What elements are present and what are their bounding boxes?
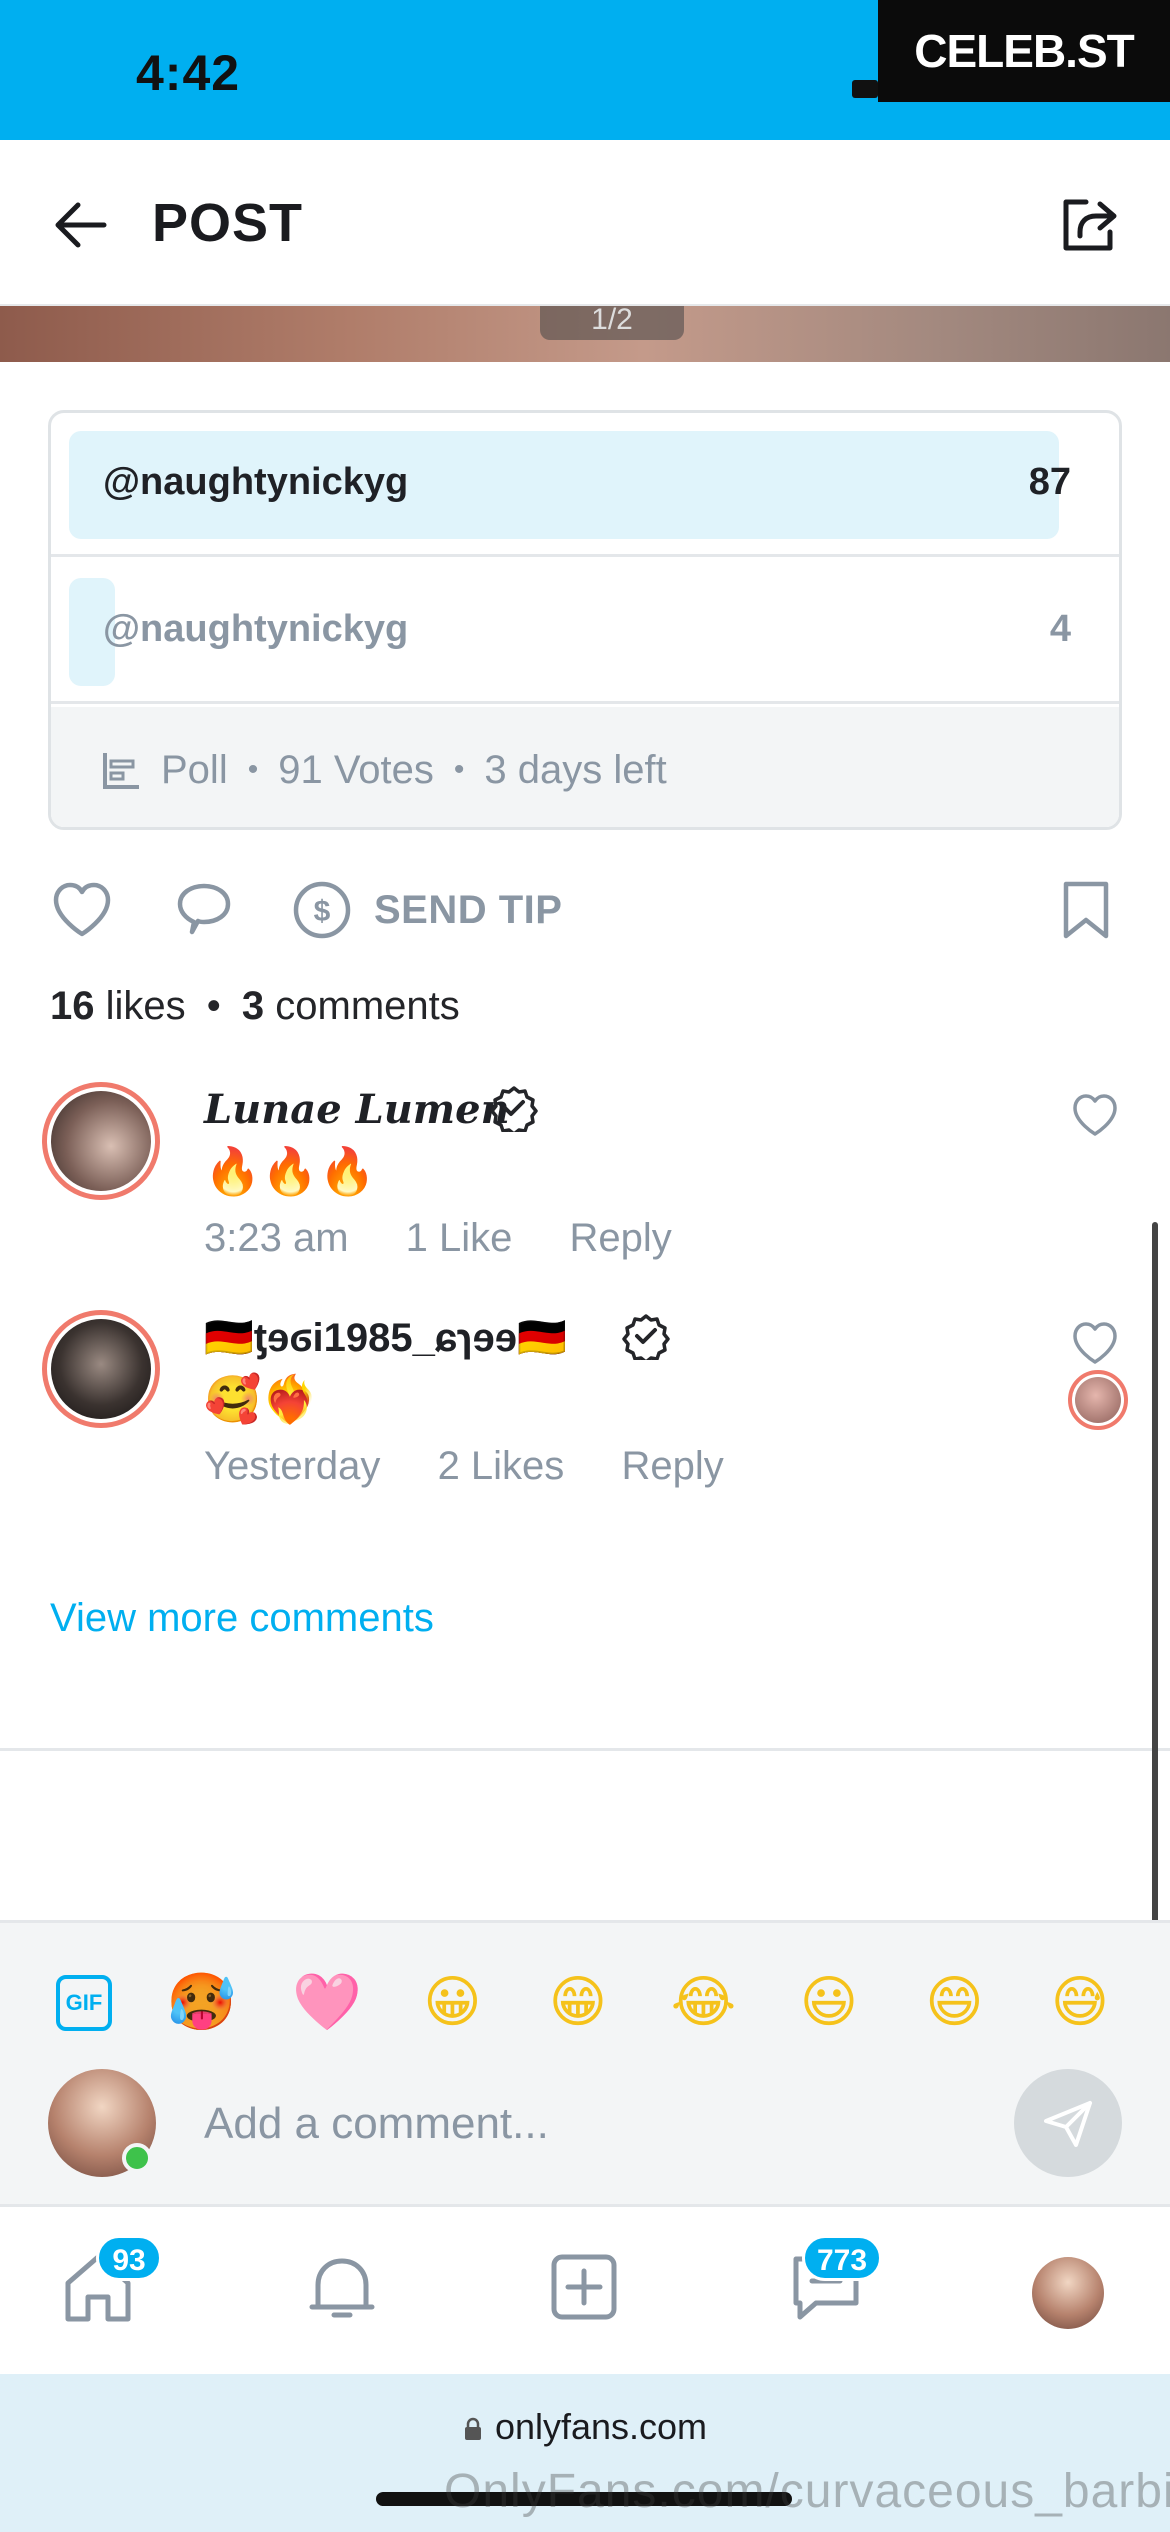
emoji-hot-face[interactable]: 🥵 [166, 1967, 238, 2039]
comment-like-icon[interactable] [1070, 1318, 1120, 1368]
poll-footer: Poll • 91 Votes • 3 days left [51, 707, 1119, 827]
bottom-tab-bar: 93 773 [0, 2204, 1170, 2374]
comment-meta: Yesterday 2 Likes Reply [204, 1444, 770, 1489]
verified-badge-icon [490, 1086, 538, 1132]
bookmark-icon[interactable] [1054, 878, 1118, 942]
comment-meta: 3:23 am 1 Like Reply [204, 1216, 718, 1261]
comment-input[interactable] [204, 2087, 984, 2161]
comment-text: 🥰❤️‍🔥 [204, 1372, 319, 1426]
emoji-pink-heart[interactable]: 🩷 [291, 1967, 363, 2039]
poll-time-left: 3 days left [484, 747, 667, 792]
emoji-sweat-smile[interactable]: 😅 [1044, 1967, 1116, 2039]
emoji-smile[interactable]: 😄 [919, 1967, 991, 2039]
comment-item: 🇩🇪ƫɘϭi1985_ɕɿɘɘ🇩🇪 🥰❤️‍🔥 Yesterday 2 Like… [0, 1310, 1170, 1510]
send-tip-button[interactable]: SEND TIP [374, 888, 562, 933]
commenter-name[interactable]: 🇩🇪ƫɘϭi1985_ɕɿɘɘ🇩🇪 [204, 1314, 567, 1361]
liked-by-creator-avatar [1068, 1370, 1128, 1430]
poll-option-votes: 87 [1028, 461, 1071, 503]
poll-type: Poll [161, 747, 228, 792]
comment-time: Yesterday [204, 1444, 381, 1488]
browser-url-bar: onlyfans.com OnlyFans.com/curvaceous_bar… [0, 2374, 1170, 2532]
post-stats: 16 likes • 3 comments [50, 984, 460, 1029]
divider [0, 1748, 1170, 1751]
status-time: 4:42 [136, 45, 241, 101]
post-actions: $ SEND TIP [0, 870, 1170, 950]
reply-button[interactable]: Reply [621, 1444, 723, 1488]
verified-badge-icon [622, 1314, 670, 1360]
poll-icon [103, 753, 139, 789]
comment-item: Lunae Lumen 🔥🔥🔥 3:23 am 1 Like Reply [0, 1082, 1170, 1282]
watermark-badge: CELEB.ST [878, 0, 1170, 102]
svg-text:$: $ [314, 895, 331, 928]
profile-avatar[interactable] [1032, 2257, 1104, 2329]
page-title: POST [152, 193, 304, 253]
emoji-beaming[interactable]: 😁 [542, 1967, 614, 2039]
comments-word[interactable]: comments [275, 984, 460, 1028]
poll-option-label: @naughtynickyg [103, 461, 409, 503]
comment-like-icon[interactable] [1070, 1090, 1120, 1140]
media-counter: 1/2 [540, 305, 684, 340]
back-arrow-icon[interactable] [50, 195, 110, 255]
poll-option-label: @naughtynickyg [103, 608, 409, 650]
gif-button[interactable]: GIF [56, 1975, 112, 2031]
poll-option-votes: 4 [1049, 608, 1071, 650]
commenter-avatar[interactable] [42, 1310, 160, 1428]
poll-option[interactable]: @naughtynickyg 4 [51, 560, 1119, 704]
poll-option[interactable]: @naughtynickyg 87 [51, 413, 1119, 557]
messages-badge: 773 [802, 2235, 883, 2281]
poll-votes-total: 91 Votes [278, 747, 434, 792]
comments-count: 3 [241, 984, 265, 1028]
emoji-tears-of-joy[interactable]: 😂 [668, 1967, 740, 2039]
separator-dot: • [206, 984, 221, 1028]
send-button[interactable] [1014, 2069, 1122, 2177]
share-icon[interactable] [1056, 192, 1120, 256]
likes-count: 16 [50, 984, 95, 1028]
url-display[interactable]: onlyfans.com [0, 2406, 1170, 2448]
url-text: onlyfans.com [494, 2406, 708, 2447]
dollar-tip-icon[interactable]: $ [290, 878, 354, 942]
emoji-smiley[interactable]: 😃 [793, 1967, 865, 2039]
post-header: POST [0, 140, 1170, 306]
comment-composer: GIF 🥵 🩷 😀 😁 😂 😃 😄 😅 [0, 1920, 1170, 2204]
paper-plane-icon [1044, 2101, 1092, 2147]
comment-text: 🔥🔥🔥 [204, 1144, 376, 1198]
notifications-bell-icon[interactable] [302, 2247, 382, 2327]
commenter-name[interactable]: Lunae Lumen [204, 1086, 510, 1133]
view-more-comments-link[interactable]: View more comments [50, 1596, 434, 1641]
signal-icon [852, 80, 878, 98]
emoji-grinning[interactable]: 😀 [417, 1967, 489, 2039]
status-bar: 4:42 CELEB.ST [0, 0, 1170, 140]
home-badge: 93 [96, 2235, 162, 2281]
separator-dot: • [453, 753, 465, 786]
comment-bubble-icon[interactable] [172, 878, 236, 942]
like-heart-icon[interactable] [50, 878, 114, 942]
comment-likes[interactable]: 1 Like [406, 1216, 513, 1260]
poll: @naughtynickyg 87 @naughtynickyg 4 Poll … [48, 410, 1122, 830]
comment-time: 3:23 am [204, 1216, 349, 1260]
quick-emoji-row: GIF 🥵 🩷 😀 😁 😂 😃 😄 😅 [56, 1963, 1116, 2043]
likes-word[interactable]: likes [106, 984, 186, 1028]
separator-dot: • [247, 753, 259, 786]
add-post-icon[interactable] [544, 2247, 624, 2327]
commenter-avatar[interactable] [42, 1082, 160, 1200]
lock-icon [464, 2417, 481, 2440]
online-status-dot [122, 2143, 152, 2173]
reply-button[interactable]: Reply [570, 1216, 672, 1260]
comment-likes[interactable]: 2 Likes [438, 1444, 565, 1488]
watermark-text: OnlyFans.com/curvaceous_barbie [444, 2465, 1170, 2518]
